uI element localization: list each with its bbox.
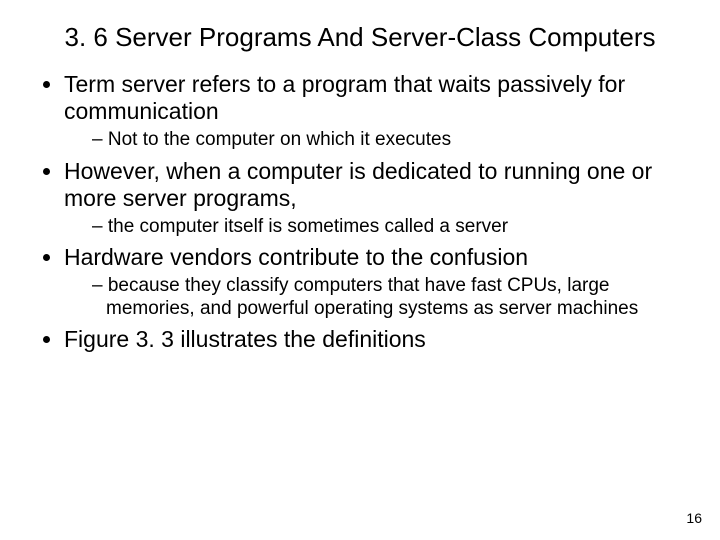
list-item: Figure 3. 3 illustrates the definitions: [64, 326, 690, 353]
sub-item: Not to the computer on which it executes: [92, 129, 690, 151]
bullet-list: Term server refers to a program that wai…: [30, 71, 690, 353]
sub-text: because they classify computers that hav…: [106, 275, 638, 318]
page-number: 16: [686, 510, 702, 526]
bullet-text: Hardware vendors contribute to the confu…: [64, 244, 528, 270]
bullet-text: Term server refers to a program that wai…: [64, 71, 625, 124]
list-item: However, when a computer is dedicated to…: [64, 158, 690, 239]
sub-list: because they classify computers that hav…: [64, 275, 690, 320]
bullet-text: However, when a computer is dedicated to…: [64, 158, 652, 211]
list-item: Hardware vendors contribute to the confu…: [64, 244, 690, 320]
slide-title: 3. 6 Server Programs And Server-Class Co…: [30, 22, 690, 53]
list-item: Term server refers to a program that wai…: [64, 71, 690, 152]
sub-text: the computer itself is sometimes called …: [108, 216, 508, 237]
sub-item: because they classify computers that hav…: [92, 275, 690, 320]
slide: 3. 6 Server Programs And Server-Class Co…: [0, 0, 720, 540]
sub-item: the computer itself is sometimes called …: [92, 216, 690, 238]
sub-list: the computer itself is sometimes called …: [64, 216, 690, 238]
bullet-text: Figure 3. 3 illustrates the definitions: [64, 326, 426, 352]
sub-text: Not to the computer on which it executes: [108, 129, 451, 150]
sub-list: Not to the computer on which it executes: [64, 129, 690, 151]
